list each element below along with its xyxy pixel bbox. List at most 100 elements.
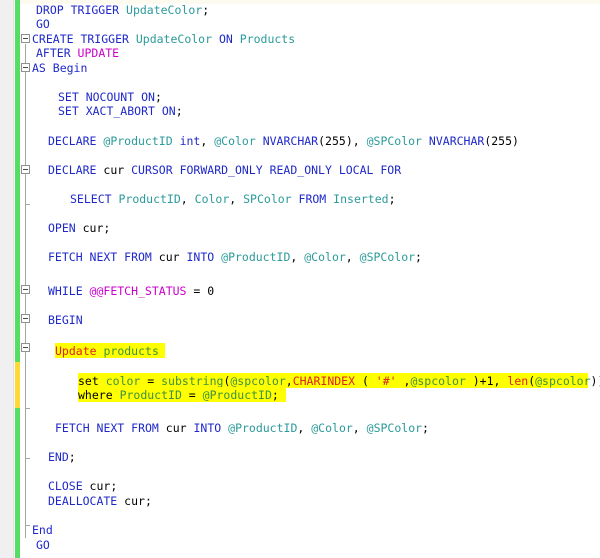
code-line-5[interactable]: AS Begin [32,61,87,76]
code-text-layer[interactable]: DROP TRIGGER UpdateColor; GO CREATE TRIGGE… [0,0,600,558]
code-line-10[interactable]: DECLARE @ProductID int, @Color NVARCHAR(… [48,134,519,149]
sql-code-editor[interactable]: DROP TRIGGER UpdateColor; GO CREATE TRIGGE… [0,0,600,558]
token: CHARINDEX [292,374,356,388]
token: @SPColor [366,421,423,435]
token: = [181,388,203,402]
code-line-20[interactable]: WHILE @@FETCH_STATUS = 0 [48,284,214,299]
token: FETCH NEXT FROM [55,421,166,435]
code-line-18[interactable]: FETCH NEXT FROM cur INTO @ProductID, @Co… [48,250,422,265]
token: len [507,374,529,388]
code-line-24[interactable]: Update products [55,344,159,359]
code-line-34[interactable]: DEALLOCATE cur; [48,494,152,509]
token: ; [202,3,210,17]
token: set [78,374,99,388]
token: @SPColor [366,134,422,148]
token: CURSOR FORWARD_ONLY READ_ONLY LOCAL FOR [131,163,402,177]
token: ; [271,388,279,402]
token: ; [415,250,422,264]
token: , [297,421,312,435]
token: 255 [325,134,346,148]
token: End [32,523,53,537]
code-line-1[interactable]: DROP TRIGGER UpdateColor; [36,3,209,18]
token: where [78,388,113,402]
token: )) [590,374,600,388]
token: AS Begin [32,61,88,75]
token: @ProductID [202,388,272,402]
token: ( [355,374,376,388]
code-line-14[interactable]: SELECT ProductID, Color, SPColor FROM In… [70,192,396,207]
token: @spcolor [410,374,466,388]
token: ; [422,421,429,435]
token: Products [239,32,296,46]
token: OPEN [48,221,76,235]
code-line-12[interactable]: DECLARE cur CURSOR FORWARD_ONLY READ_ONL… [48,163,401,178]
token: @@FETCH_STATUS [89,284,187,298]
token: @Color [214,134,256,148]
token: END [48,450,69,464]
token: SET XACT_ABORT ON [58,104,176,118]
token: , [200,134,215,148]
token: ; [388,192,396,206]
token: , [290,250,305,264]
token: UpdateColor [135,32,213,46]
code-line-29[interactable]: FETCH NEXT FROM cur INTO @ProductID, @Co… [55,421,429,436]
token: , [180,192,195,206]
code-line-33[interactable]: CLOSE cur; [48,479,117,494]
code-line-36[interactable]: End [32,523,53,538]
token: @SPColor [359,250,416,264]
token: ; [175,104,183,118]
token: int [179,134,201,148]
token: @Color [304,250,346,264]
token: substring [161,374,224,388]
token: products [103,344,159,358]
token: Update [55,344,97,358]
token: , [229,192,244,206]
token: DROP TRIGGER [36,3,127,17]
token: ( [318,134,326,148]
token: INTO [193,421,222,435]
token: , [493,374,508,388]
code-line-4[interactable]: AFTER UPDATE [36,46,119,61]
token: cur; [75,221,111,235]
token: SPColor [243,192,292,206]
token: DECLARE [48,163,104,177]
token: UPDATE [77,46,120,60]
token: ProductID [118,192,181,206]
token: BEGIN [48,313,83,327]
token: ON [218,32,233,46]
code-line-2[interactable]: GO [36,17,50,32]
token: CREATE TRIGGER [32,32,136,46]
token: GO [36,538,50,552]
token: NVARCHAR [262,134,319,148]
token: @ProductID [221,250,291,264]
token: 1 [486,374,494,388]
token: CLOSE [48,479,83,493]
token: cur [103,163,125,177]
code-line-22[interactable]: BEGIN [48,313,83,328]
code-line-7[interactable]: SET NOCOUNT ON; [58,90,162,105]
token: DEALLOCATE [48,494,118,508]
token: )+ [465,374,487,388]
code-line-27[interactable]: where ProductID = @ProductID; [78,388,279,403]
token: '#' [375,374,397,388]
code-line-31[interactable]: END; [48,450,76,465]
code-line-37[interactable]: GO [36,538,50,553]
code-line-8[interactable]: SET XACT_ABORT ON; [58,104,183,119]
token: INTO [186,250,215,264]
token: WHILE [48,284,90,298]
code-line-3[interactable]: CREATE TRIGGER UpdateColor ON Products [32,32,295,47]
token: FETCH NEXT FROM [48,250,159,264]
token: ; [154,90,162,104]
token: SET NOCOUNT ON [58,90,155,104]
token: cur; [117,494,152,508]
token: 0 [207,284,215,298]
token: UpdateColor [126,3,203,17]
token: , [345,250,360,264]
code-line-16[interactable]: OPEN cur; [48,221,110,236]
